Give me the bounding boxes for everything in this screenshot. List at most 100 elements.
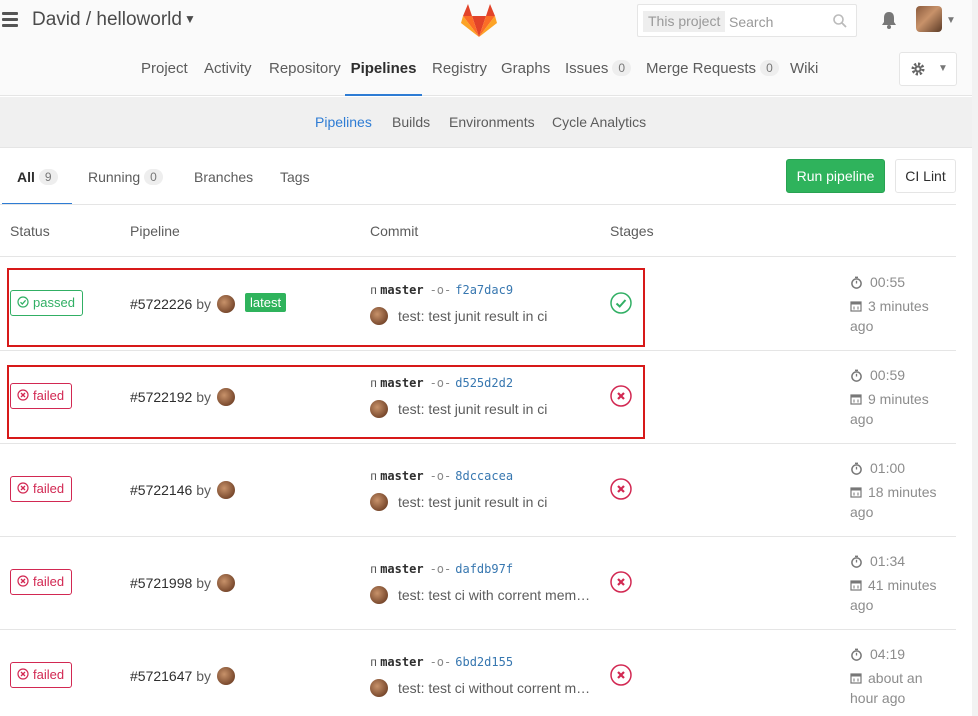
pipelines-table-header: Status Pipeline Commit Stages xyxy=(0,205,956,257)
status-badge[interactable]: failed xyxy=(10,476,73,502)
stage-failed-icon[interactable] xyxy=(610,571,632,593)
tab-running[interactable]: Running 0 xyxy=(88,169,163,205)
chevron-down-icon[interactable]: ▼ xyxy=(946,15,956,26)
gitlab-tanuki-icon[interactable] xyxy=(460,2,498,38)
tab-running-label: Running xyxy=(88,169,141,185)
pipeline-duration: 00:59 xyxy=(850,367,905,383)
gear-icon xyxy=(911,62,925,76)
nav-graphs[interactable]: Graphs xyxy=(501,60,550,96)
table-row: failed #5721647 by ᴨ master -o- 6bd2d155 te… xyxy=(0,630,956,716)
run-pipeline-button[interactable]: Run pipeline xyxy=(786,159,885,193)
commit-ref: ᴨ master -o- 8dccacea xyxy=(370,469,513,484)
nav-pipelines[interactable]: Pipelines xyxy=(345,60,422,96)
settings-dropdown-button[interactable]: ▼ xyxy=(899,52,957,86)
pipeline-finished-at: 3 minutes ago xyxy=(850,296,950,336)
commit-sha[interactable]: 6bd2d155 xyxy=(455,655,513,669)
duration-text: 04:19 xyxy=(870,646,906,662)
chevron-down-icon[interactable]: ▼ xyxy=(184,12,196,26)
subnav-cycle-analytics[interactable]: Cycle Analytics xyxy=(552,114,646,130)
nav-merge-requests-label: Merge Requests xyxy=(646,60,757,77)
avatar[interactable] xyxy=(370,493,388,511)
commit-icon: -o- xyxy=(429,655,452,669)
status-badge[interactable]: failed xyxy=(10,662,73,688)
stopwatch-icon xyxy=(851,648,862,661)
duration-text: 00:59 xyxy=(870,367,906,383)
duration-text: 01:34 xyxy=(870,553,906,569)
pipeline-number[interactable]: #5721998 xyxy=(130,575,192,591)
avatar[interactable] xyxy=(216,667,235,685)
status-badge[interactable]: failed xyxy=(10,569,73,595)
header-status: Status xyxy=(10,223,50,239)
avatar[interactable] xyxy=(370,586,388,604)
commit-title[interactable]: test: test junit result in ci xyxy=(398,494,547,510)
duration-text: 01:00 xyxy=(870,460,906,476)
project-title-text[interactable]: David / helloworld xyxy=(32,9,182,30)
search-input[interactable]: Search xyxy=(729,14,773,30)
stage-failed-icon[interactable] xyxy=(610,478,632,500)
nav-wiki[interactable]: Wiki xyxy=(790,60,818,96)
stopwatch-icon xyxy=(851,276,862,289)
commit-ref: ᴨ master -o- 6bd2d155 xyxy=(370,655,513,670)
ci-lint-button[interactable]: CI Lint xyxy=(895,159,956,193)
status-text: failed xyxy=(33,667,65,682)
commit-ref: ᴨ master -o-dafdb97f xyxy=(370,562,513,577)
pipeline-id[interactable]: #5722146 by xyxy=(130,481,235,499)
user-avatar[interactable] xyxy=(916,6,942,32)
status-text: failed xyxy=(33,574,65,589)
calendar-icon xyxy=(850,580,862,591)
search-scope: This project xyxy=(643,11,726,32)
table-row: failed #5721998 by ᴨ master -o-dafdb97f te… xyxy=(0,537,956,630)
avatar[interactable] xyxy=(370,679,388,697)
commit-title[interactable]: test: test ci without corrent m… xyxy=(398,680,590,696)
search-icon[interactable] xyxy=(832,13,848,29)
tab-all[interactable]: All 9 xyxy=(2,169,72,205)
commit-icon: -o- xyxy=(429,469,452,483)
pipeline-id[interactable]: #5721647 by xyxy=(130,667,235,685)
bell-icon[interactable] xyxy=(880,10,898,30)
avatar[interactable] xyxy=(216,574,235,592)
subnav-environments[interactable]: Environments xyxy=(449,114,535,130)
branch-name[interactable]: master xyxy=(380,562,423,576)
commit-sha[interactable]: 8dccacea xyxy=(455,469,513,483)
commit-title[interactable]: test: test ci with corrent mem… xyxy=(398,587,590,603)
subnav-builds[interactable]: Builds xyxy=(392,114,430,130)
nav-activity[interactable]: Activity xyxy=(204,60,252,96)
commit-sha[interactable]: dafdb97f xyxy=(455,562,513,576)
subnav-pipelines[interactable]: Pipelines xyxy=(315,114,372,130)
scrollbar[interactable] xyxy=(972,0,978,716)
highlight-box xyxy=(7,365,645,439)
pipeline-finished-at: 41 minutes ago xyxy=(850,575,950,615)
tab-tags[interactable]: Tags xyxy=(280,169,310,205)
finished-at-text: 18 minutes ago xyxy=(850,484,937,520)
calendar-icon xyxy=(850,673,862,684)
commit-message: test: test ci with corrent mem… xyxy=(370,586,590,604)
commit-message: test: test ci without corrent m… xyxy=(370,679,590,697)
project-title[interactable]: David / helloworld ▼ xyxy=(32,9,196,31)
x-circle-icon xyxy=(17,575,29,587)
stage-failed-icon[interactable] xyxy=(610,664,632,686)
avatar[interactable] xyxy=(216,481,235,499)
nav-registry[interactable]: Registry xyxy=(432,60,487,96)
nav-project[interactable]: Project xyxy=(141,60,188,96)
pipeline-number[interactable]: #5721647 xyxy=(130,668,192,684)
highlight-box xyxy=(7,268,645,347)
nav-repository[interactable]: Repository xyxy=(269,60,341,96)
tab-branches[interactable]: Branches xyxy=(194,169,253,205)
hamburger-icon[interactable] xyxy=(2,12,18,28)
calendar-icon xyxy=(850,487,862,498)
pipeline-finished-at: 18 minutes ago xyxy=(850,482,950,522)
pipeline-id[interactable]: #5721998 by xyxy=(130,574,235,592)
tab-all-count: 9 xyxy=(38,169,58,185)
finished-at-text: 41 minutes ago xyxy=(850,577,937,613)
search-box[interactable]: This project Search xyxy=(637,4,857,37)
pipeline-number[interactable]: #5722146 xyxy=(130,482,192,498)
pipeline-duration: 00:55 xyxy=(850,274,905,290)
branch-name[interactable]: master xyxy=(380,469,423,483)
nav-merge-requests[interactable]: Merge Requests 0 xyxy=(646,60,779,96)
nav-issues[interactable]: Issues 0 xyxy=(565,60,632,96)
branch-icon: ᴨ xyxy=(370,469,378,483)
pipeline-duration: 04:19 xyxy=(850,646,905,662)
branch-name[interactable]: master xyxy=(380,655,423,669)
pipeline-finished-at: 9 minutes ago xyxy=(850,389,950,429)
stopwatch-icon xyxy=(851,462,862,475)
